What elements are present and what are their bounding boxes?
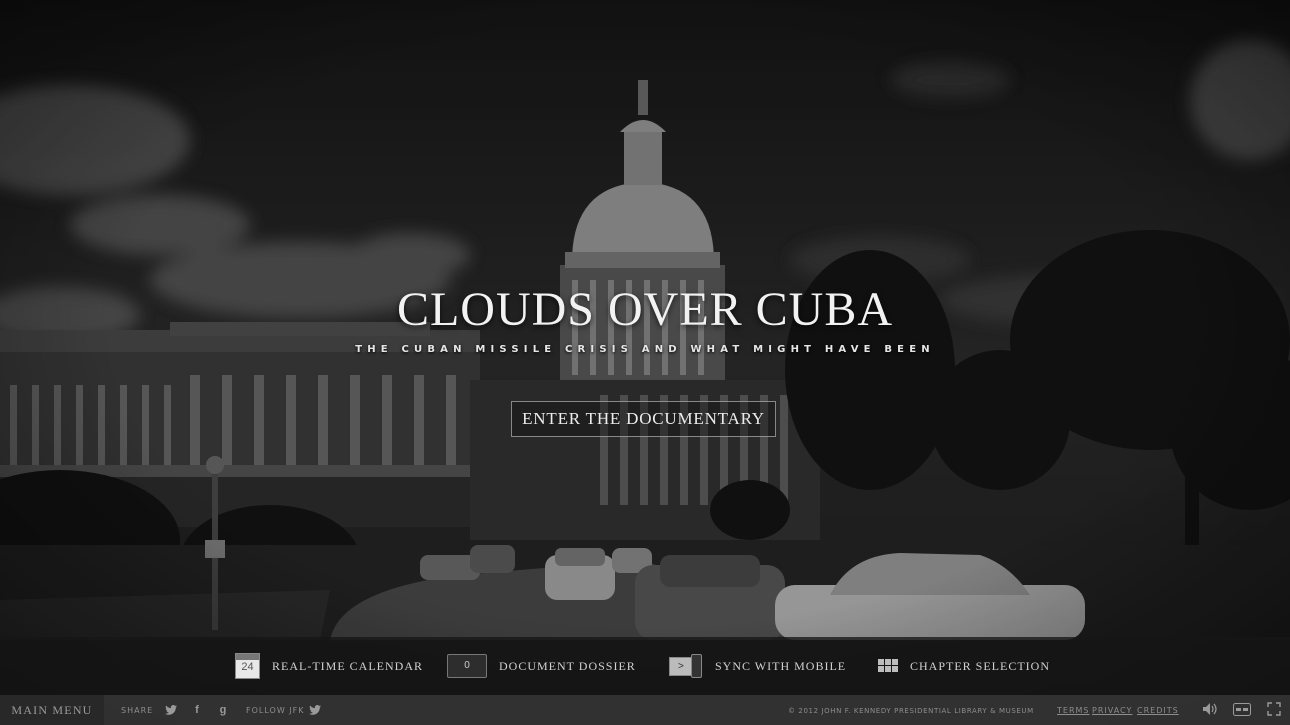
- hero-subtitle: THE CUBAN MISSILE CRISIS AND WHAT MIGHT …: [355, 344, 935, 355]
- terms-link[interactable]: TERMS: [1057, 706, 1089, 715]
- enter-documentary-button[interactable]: ENTER THE DOCUMENTARY: [511, 401, 776, 437]
- copyright-text: © 2012 JOHN F. KENNEDY PRESIDENTIAL LIBR…: [788, 707, 1034, 715]
- volume-icon[interactable]: [1201, 699, 1219, 719]
- credits-link[interactable]: CREDITS: [1137, 706, 1179, 715]
- feature-bar: [0, 637, 1290, 695]
- feature-label: CHAPTER SELECTION: [910, 658, 1050, 673]
- calendar-icon: 24: [235, 653, 260, 679]
- feature-label: DOCUMENT DOSSIER: [499, 658, 636, 673]
- privacy-link[interactable]: PRIVACY: [1092, 706, 1132, 715]
- document-dossier-button[interactable]: 0 DOCUMENT DOSSIER: [447, 652, 636, 680]
- feature-label: REAL-TIME CALENDAR: [272, 658, 423, 673]
- feature-label: SYNC WITH MOBILE: [715, 658, 847, 673]
- grid-icon: [878, 659, 898, 673]
- hero-title: CLOUDS OVER CUBA: [396, 283, 894, 336]
- captions-icon[interactable]: [1232, 699, 1252, 719]
- sync-mobile-icon: >: [669, 654, 703, 678]
- folder-icon: 0: [447, 654, 487, 678]
- sync-with-mobile-button[interactable]: > SYNC WITH MOBILE: [669, 652, 846, 680]
- share-label: SHARE: [121, 706, 154, 715]
- facebook-icon[interactable]: f: [190, 702, 204, 718]
- main-menu-button[interactable]: MAIN MENU: [0, 695, 104, 725]
- fullscreen-icon[interactable]: [1265, 699, 1283, 719]
- chapter-selection-button[interactable]: CHAPTER SELECTION: [878, 652, 1050, 680]
- google-plus-icon[interactable]: g: [216, 702, 230, 718]
- follow-jfk-label: FOLLOW JFK: [246, 706, 305, 715]
- twitter-icon[interactable]: [164, 702, 178, 718]
- real-time-calendar-button[interactable]: 24 REAL-TIME CALENDAR: [235, 652, 423, 680]
- background-photo: [0, 0, 1290, 725]
- follow-twitter-icon[interactable]: [308, 702, 322, 718]
